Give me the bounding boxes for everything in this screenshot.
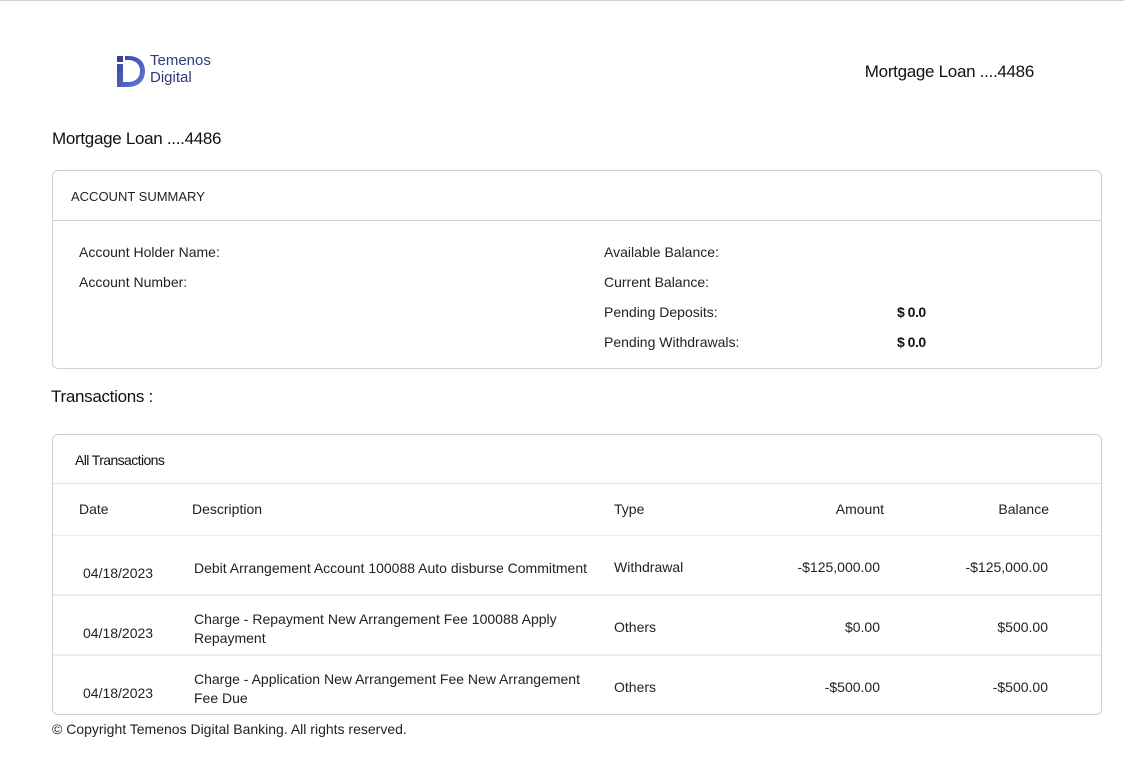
row-amount: $0.00 xyxy=(844,619,880,635)
page-title: Mortgage Loan ....4486 xyxy=(52,129,222,148)
logo-line-2: Digital xyxy=(150,69,192,86)
table-row[interactable]: 04/18/2023 Debit Arrangement Account 100… xyxy=(53,536,1101,596)
header-account-title: Mortgage Loan ....4486 xyxy=(864,62,1035,81)
row-balance: $500.00 xyxy=(997,619,1048,635)
column-header-date[interactable]: Date xyxy=(79,501,109,517)
transactions-card: All Transactions Date Description Type A… xyxy=(52,434,1102,715)
row-balance: -$500.00 xyxy=(992,679,1048,695)
account-summary-card: ACCOUNT SUMMARY Account Holder Name: Acc… xyxy=(52,170,1102,369)
row-type: Others xyxy=(614,619,657,635)
column-header-balance[interactable]: Balance xyxy=(998,501,1049,517)
account-number-label: Account Number: xyxy=(79,274,188,290)
logo-wordmark: Temenos Digital xyxy=(150,52,211,86)
footer-copyright: © Copyright Temenos Digital Banking. All… xyxy=(52,721,407,737)
table-row[interactable]: 04/18/2023 Charge - Repayment New Arrang… xyxy=(53,596,1101,656)
transactions-table-header: Date Description Type Amount Balance xyxy=(53,484,1101,536)
account-holder-name-label: Account Holder Name: xyxy=(79,244,220,260)
row-date: 04/18/2023 xyxy=(83,625,154,641)
temenos-logo: Temenos Digital xyxy=(116,52,236,92)
row-date: 04/18/2023 xyxy=(83,565,154,581)
available-balance-label: Available Balance: xyxy=(604,244,719,260)
row-amount: -$500.00 xyxy=(824,679,880,695)
logo-line-1: Temenos xyxy=(150,52,211,69)
column-header-amount[interactable]: Amount xyxy=(836,501,884,517)
row-balance: -$125,000.00 xyxy=(965,559,1048,575)
pending-withdrawals-value: $ 0.0 xyxy=(897,334,926,350)
table-row[interactable]: 04/18/2023 Charge - Application New Arra… xyxy=(53,656,1101,714)
tab-all-transactions[interactable]: All Transactions xyxy=(53,435,1101,484)
pending-deposits-value: $ 0.0 xyxy=(897,304,926,320)
row-type: Others xyxy=(614,679,657,695)
top-divider xyxy=(0,0,1124,1)
pending-withdrawals-label: Pending Withdrawals: xyxy=(604,334,740,350)
row-description: Debit Arrangement Account 100088 Auto di… xyxy=(194,560,587,576)
row-type: Withdrawal xyxy=(614,559,684,575)
row-amount: -$125,000.00 xyxy=(797,559,880,575)
pending-deposits-label: Pending Deposits: xyxy=(604,304,718,320)
column-header-type[interactable]: Type xyxy=(614,501,644,517)
transactions-title: Transactions : xyxy=(51,387,153,406)
row-description: Charge - Repayment New Arrangement Fee 1… xyxy=(194,611,557,646)
column-header-description[interactable]: Description xyxy=(192,501,262,517)
current-balance-label: Current Balance: xyxy=(604,274,710,290)
temenos-logo-icon xyxy=(117,56,145,87)
row-date: 04/18/2023 xyxy=(83,685,154,701)
account-summary-heading: ACCOUNT SUMMARY xyxy=(53,171,1101,221)
row-description: Charge - Application New Arrangement Fee… xyxy=(194,671,580,706)
